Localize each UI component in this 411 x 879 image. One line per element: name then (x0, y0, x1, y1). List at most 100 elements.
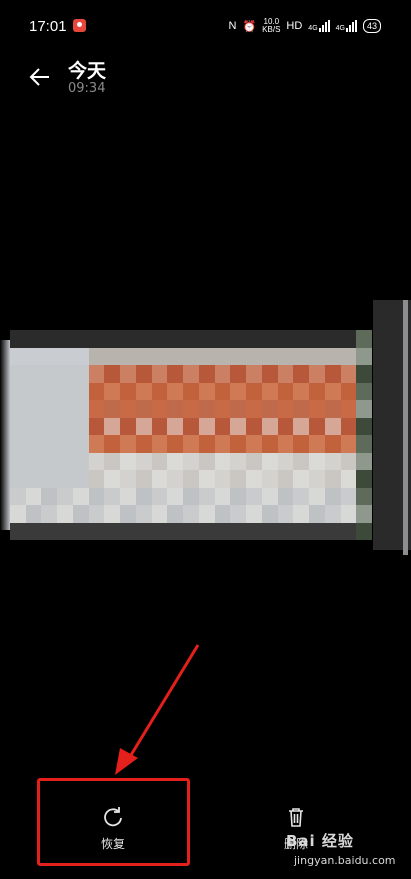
mosaic-pixel (293, 435, 310, 453)
mosaic-pixel (340, 330, 357, 348)
mosaic-pixel (261, 365, 278, 383)
mosaic-pixel (293, 505, 310, 523)
photo-header: 今天 09:34 (0, 52, 411, 112)
mosaic-pixel (88, 435, 105, 453)
mosaic-pixel (120, 435, 136, 453)
mosaic-pixel (183, 330, 199, 348)
mosaic-pixel (309, 365, 325, 383)
mosaic-pixel (324, 435, 341, 453)
mosaic-pixel (246, 470, 262, 488)
mosaic-pixel (167, 522, 184, 540)
mosaic-pixel (214, 330, 231, 348)
mosaic-pixel (198, 522, 215, 540)
mosaic-pixel (198, 400, 215, 418)
mosaic-pixel (198, 382, 215, 400)
mosaic-pixel (183, 400, 199, 418)
location-app-icon (73, 19, 86, 32)
mosaic-pixel (88, 505, 105, 523)
mosaic-pixel (356, 470, 372, 488)
mosaic-pixel (214, 382, 231, 400)
mosaic-pixel (309, 487, 325, 505)
mosaic-pixel (309, 417, 325, 435)
mosaic-pixel (25, 505, 42, 523)
mosaic-pixel (324, 522, 341, 540)
mosaic-pixel (324, 505, 341, 523)
mosaic-pixel (57, 347, 73, 365)
mosaic-pixel (104, 330, 121, 348)
mosaic-pixel (25, 400, 42, 418)
mosaic-pixel (309, 400, 325, 418)
mosaic-pixel (277, 417, 294, 435)
mosaic-pixel (135, 417, 152, 435)
watermark-url: jingyan.baidu.com (294, 854, 396, 867)
mosaic-pixel (10, 505, 26, 523)
mosaic-pixel (120, 505, 136, 523)
mosaic-pixel (293, 487, 310, 505)
mosaic-pixel (104, 417, 121, 435)
mosaic-pixel (324, 365, 341, 383)
mosaic-pixel (261, 382, 278, 400)
mosaic-pixel (230, 522, 247, 540)
mosaic-pixel (246, 382, 262, 400)
mosaic-pixel (183, 505, 199, 523)
mosaic-pixel (356, 347, 372, 365)
mosaic-pixel (72, 330, 89, 348)
signal-icon-2: 4G (336, 20, 357, 32)
mosaic-pixel (277, 522, 294, 540)
mosaic-pixel (10, 522, 26, 540)
nfc-icon: N (228, 20, 237, 32)
mosaic-pixel (356, 505, 372, 523)
mosaic-pixel (356, 452, 372, 470)
mosaic-pixel (230, 505, 247, 523)
deleted-photo-preview[interactable] (0, 330, 411, 540)
network-speed: 10.0 KB/S (262, 17, 281, 34)
back-arrow-icon[interactable] (29, 66, 51, 88)
mosaic-pixel (214, 522, 231, 540)
mosaic-pixel (277, 452, 294, 470)
mosaic-pixel (309, 452, 325, 470)
mosaic-pixel (261, 470, 278, 488)
mosaic-pixel (135, 522, 152, 540)
mosaic-pixel (340, 400, 357, 418)
mosaic-pixel (57, 417, 73, 435)
mosaic-pixel (167, 470, 184, 488)
mosaic-pixel (261, 435, 278, 453)
mosaic-pixel (324, 487, 341, 505)
mosaic-pixel (246, 330, 262, 348)
mosaic-pixel (261, 417, 278, 435)
mosaic-pixel (120, 330, 136, 348)
mosaic-pixel (135, 347, 152, 365)
mosaic-pixel (41, 382, 58, 400)
mosaic-pixel (183, 382, 199, 400)
mosaic-pixel (214, 347, 231, 365)
mosaic-pixel (135, 452, 152, 470)
mosaic-pixel (183, 347, 199, 365)
mosaic-pixel (293, 452, 310, 470)
page-subtitle-time: 09:34 (68, 81, 106, 96)
mosaic-pixel (120, 400, 136, 418)
restore-button[interactable]: 恢复 (43, 798, 183, 868)
mosaic-pixel (25, 452, 42, 470)
hd-label: HD (286, 20, 303, 32)
mosaic-pixel (340, 522, 357, 540)
mosaic-pixel (277, 505, 294, 523)
mosaic-pixel (25, 470, 42, 488)
mosaic-pixel (120, 382, 136, 400)
mosaic-pixel (135, 330, 152, 348)
mosaic-pixel (183, 470, 199, 488)
mosaic-pixel (57, 522, 73, 540)
mosaic-pixel (183, 417, 199, 435)
mosaic-pixel (135, 435, 152, 453)
mosaic-pixel (72, 452, 89, 470)
mosaic-pixel (72, 347, 89, 365)
mosaic-pixel (57, 330, 73, 348)
mosaic-pixel (309, 505, 325, 523)
mosaic-pixel (246, 452, 262, 470)
mosaic-pixel (324, 382, 341, 400)
mosaic-pixel (10, 400, 26, 418)
mosaic-pixel (41, 400, 58, 418)
mosaic-pixel (104, 347, 121, 365)
mosaic-pixel (277, 365, 294, 383)
mosaic-pixel (10, 330, 26, 348)
mosaic-pixel (88, 452, 105, 470)
